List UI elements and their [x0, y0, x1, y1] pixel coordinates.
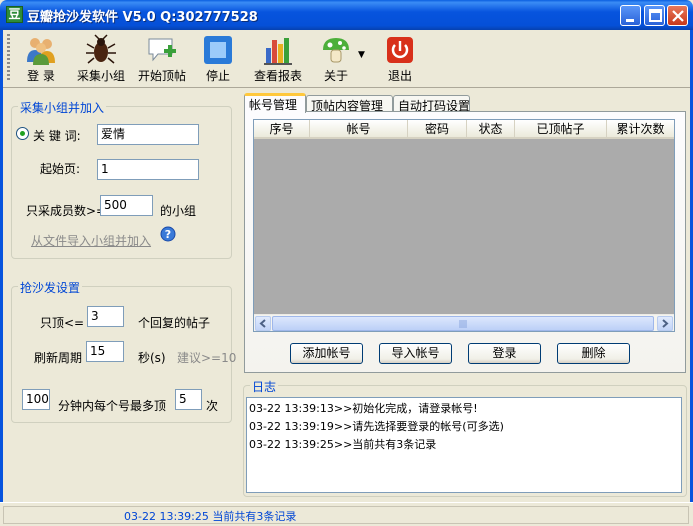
status-pane: 03-22 13:39:25 当前共有3条记录: [3, 506, 689, 524]
column-header-index[interactable]: 序号: [254, 120, 310, 139]
tab-post-content[interactable]: 顶帖内容管理: [306, 95, 393, 113]
toolbar-label: 退出: [387, 69, 412, 83]
keyword-label: 关 键 词:: [33, 129, 81, 143]
scroll-right-button[interactable]: [657, 316, 673, 331]
about-dropdown-arrow[interactable]: ▼: [358, 50, 365, 60]
max-times-input[interactable]: 5: [175, 389, 202, 410]
power-icon: [387, 37, 413, 63]
chevron-left-icon: [259, 319, 266, 328]
log-line: 03-22 13:39:19>>请先选择要登录的帐号(可多选): [249, 420, 504, 433]
report-icon: [264, 38, 292, 65]
toolbar-label: 登 录: [27, 69, 55, 83]
toolbar-label: 关于: [323, 69, 348, 83]
toolbar-grip[interactable]: [7, 34, 10, 82]
refresh-input[interactable]: 15: [86, 341, 124, 362]
toolbar-label: 停止: [205, 69, 230, 83]
start-page-label: 起始页:: [40, 162, 81, 176]
minutes-input[interactable]: 100: [22, 389, 50, 410]
stop-icon: [204, 36, 232, 64]
add-account-button[interactable]: 添加帐号: [290, 343, 363, 364]
minimize-button[interactable]: [620, 5, 641, 26]
login-button[interactable]: 登录: [468, 343, 541, 364]
import-account-button[interactable]: 导入帐号: [379, 343, 452, 364]
toolbar-label: 开始顶帖: [137, 69, 186, 83]
account-list-header: 序号 帐号 密码 状态 已顶帖子 累计次数: [254, 120, 674, 139]
log-line: 03-22 13:39:13>>初始化完成，请登录帐号!: [249, 402, 478, 415]
stop-button[interactable]: 停止: [201, 32, 235, 84]
column-header-total[interactable]: 累计次数: [607, 120, 674, 139]
chevron-right-icon: [662, 319, 669, 328]
refresh-unit: 秒(s): [138, 351, 166, 365]
help-icon[interactable]: ?: [160, 226, 176, 242]
start-page-input[interactable]: 1: [97, 159, 199, 180]
toolbar: 登 录 采集小组 开始顶帖 停止 查看报表 关于 ▼ 退出: [3, 30, 690, 88]
times-label: 次: [206, 399, 219, 413]
toolbar-label: 采集小组: [76, 69, 125, 83]
import-groups-link[interactable]: 从文件导入小组并加入: [31, 232, 151, 249]
maximize-button[interactable]: [644, 5, 665, 26]
title-bar[interactable]: 豆 豆瓣抢沙发软件 V5.0 Q:302777528: [0, 0, 693, 30]
close-button[interactable]: [667, 5, 688, 26]
keyword-input[interactable]: 爱情: [97, 124, 199, 145]
sofa-settings-title: 抢沙发设置: [18, 279, 83, 296]
grip-icon: [459, 320, 467, 328]
view-report-button[interactable]: 查看报表: [251, 32, 305, 84]
keyword-radio[interactable]: [16, 127, 29, 140]
column-header-account[interactable]: 帐号: [310, 120, 408, 139]
log-title: 日志: [250, 378, 279, 395]
close-icon: [672, 10, 684, 22]
column-header-status[interactable]: 状态: [467, 120, 515, 139]
per-account-label: 分钟内每个号最多顶: [58, 399, 167, 413]
users-icon: [27, 38, 55, 65]
window-title: 豆瓣抢沙发软件 V5.0 Q:302777528: [27, 10, 258, 25]
exit-button[interactable]: 退出: [383, 32, 417, 84]
top-only-suffix: 个回复的帖子: [138, 316, 211, 330]
members-input[interactable]: 500: [100, 195, 153, 216]
collect-group-title: 采集小组并加入: [18, 99, 107, 116]
add-post-icon: [148, 38, 176, 62]
maximize-icon: [649, 9, 662, 22]
scroll-left-button[interactable]: [255, 316, 271, 331]
app-icon: 豆: [6, 6, 23, 23]
svg-text:?: ?: [165, 228, 171, 241]
account-list-hscrollbar[interactable]: [254, 314, 674, 331]
collect-groups-button[interactable]: 采集小组: [75, 32, 127, 84]
login-toolbar-button[interactable]: 登 录: [21, 32, 61, 84]
toolbar-label: 查看报表: [253, 69, 302, 83]
top-only-label: 只顶<=: [40, 316, 85, 330]
log-textarea[interactable]: 03-22 13:39:13>>初始化完成，请登录帐号! 03-22 13:39…: [246, 397, 682, 493]
members-label: 只采成员数>=: [26, 204, 107, 218]
bug-icon: [86, 34, 116, 64]
refresh-hint: 建议>=10: [177, 351, 237, 365]
delete-button[interactable]: 删除: [557, 343, 630, 364]
mushroom-icon: [323, 38, 349, 63]
members-suffix: 的小组: [160, 204, 197, 218]
tab-account-management[interactable]: 帐号管理: [244, 93, 306, 113]
scroll-thumb[interactable]: [272, 316, 654, 331]
minimize-icon: [626, 19, 634, 22]
start-posting-button[interactable]: 开始顶帖: [135, 32, 189, 84]
column-header-posted[interactable]: 已顶帖子: [515, 120, 607, 139]
status-bar: 03-22 13:39:25 当前共有3条记录: [0, 502, 693, 526]
refresh-label: 刷新周期: [34, 351, 83, 365]
tab-captcha-settings[interactable]: 自动打码设置: [393, 95, 470, 113]
status-text: 03-22 13:39:25 当前共有3条记录: [124, 510, 297, 523]
column-header-password[interactable]: 密码: [408, 120, 467, 139]
log-line: 03-22 13:39:25>>当前共有3条记录: [249, 438, 437, 451]
window-frame-left: [0, 30, 3, 526]
about-button[interactable]: 关于: [317, 32, 355, 84]
top-only-input[interactable]: 3: [87, 306, 124, 327]
account-list[interactable]: 序号 帐号 密码 状态 已顶帖子 累计次数: [253, 119, 675, 332]
